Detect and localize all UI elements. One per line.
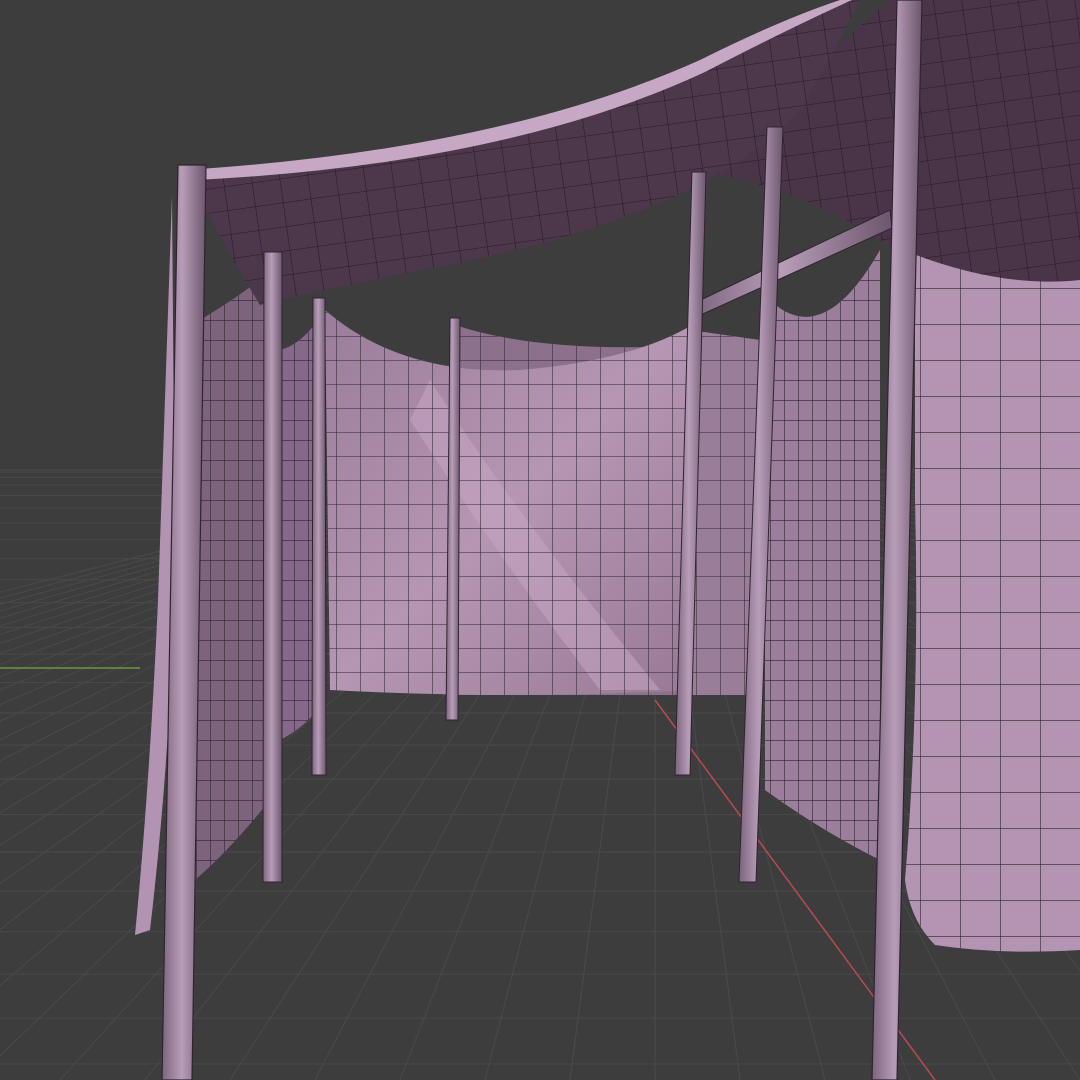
pole-mid-left bbox=[311, 297, 327, 776]
3d-viewport[interactable] bbox=[0, 0, 1080, 1080]
cloth-panel-right-mid bbox=[765, 250, 880, 860]
cloth-panel-front-right bbox=[905, 210, 1080, 952]
pole-left-inner bbox=[262, 251, 283, 883]
cloth-panel-left bbox=[135, 195, 318, 935]
viewport-canvas[interactable] bbox=[0, 0, 1080, 1080]
